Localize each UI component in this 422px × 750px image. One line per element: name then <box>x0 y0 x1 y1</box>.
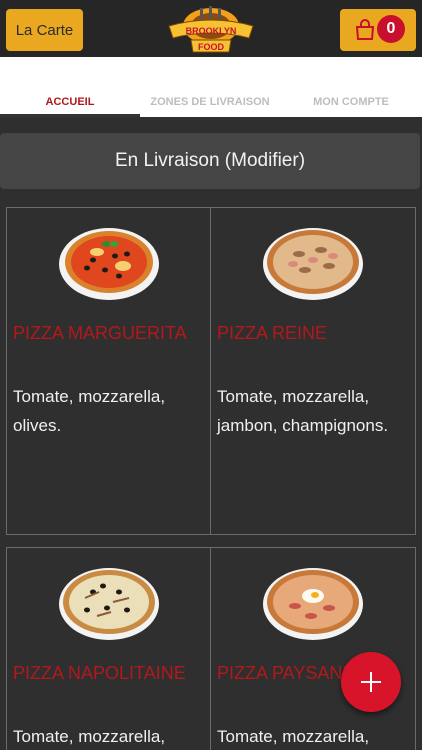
product-card-paysanne[interactable]: PIZZA PAYSANNE Tomate, mozzarella, <box>210 547 416 750</box>
product-name: PIZZA MARGUERITA <box>13 323 187 343</box>
brooklyn-food-logo: BROOKLYN FOOD <box>168 6 254 53</box>
tab-zones-de-livraison[interactable]: ZONES DE LIVRAISON <box>140 57 280 117</box>
active-tab-indicator <box>0 114 140 117</box>
product-description: Tomate, mozzarella, <box>217 727 370 746</box>
pizza-paysanne-image <box>263 568 363 640</box>
product-description: Tomate, mozzarella, jambon, champignons. <box>217 387 389 435</box>
plus-icon <box>361 672 381 692</box>
shopping-bag-icon <box>355 19 375 40</box>
logo-text-top: BROOKLYN <box>186 26 237 36</box>
product-description: Tomate, mozzarella, <box>13 727 166 746</box>
product-card-napolitaine[interactable]: PIZZA NAPOLITAINE Tomate, mozzarella, <box>6 547 212 750</box>
product-card-margherita[interactable]: PIZZA MARGUERITA Tomate, mozzarella, oli… <box>6 207 212 535</box>
pizza-napolitaine-image <box>59 568 159 640</box>
pizza-reine-image <box>263 228 363 300</box>
product-card-reine[interactable]: PIZZA REINE Tomate, mozzarella, jambon, … <box>210 207 416 535</box>
cart-button[interactable]: 0 <box>340 9 416 51</box>
cart-count-badge: 0 <box>377 15 405 43</box>
product-name: PIZZA REINE <box>217 323 328 343</box>
tab-bar: ACCUEIL ZONES DE LIVRAISON MON COMPTE <box>0 57 422 117</box>
tab-mon-compte[interactable]: MON COMPTE <box>281 57 421 117</box>
logo-text-bottom: FOOD <box>198 42 224 52</box>
pizza-margherita-image <box>59 228 159 300</box>
menu-carte-button[interactable]: La Carte <box>6 9 83 51</box>
tab-accueil[interactable]: ACCUEIL <box>0 57 140 117</box>
delivery-mode-button[interactable]: En Livraison (Modifier) <box>0 133 420 189</box>
product-description: Tomate, mozzarella, olives. <box>13 387 166 435</box>
add-floating-button[interactable] <box>341 652 401 712</box>
top-bar: La Carte BROOKLYN FOOD 0 <box>0 0 422 57</box>
product-name: PIZZA NAPOLITAINE <box>13 663 186 683</box>
